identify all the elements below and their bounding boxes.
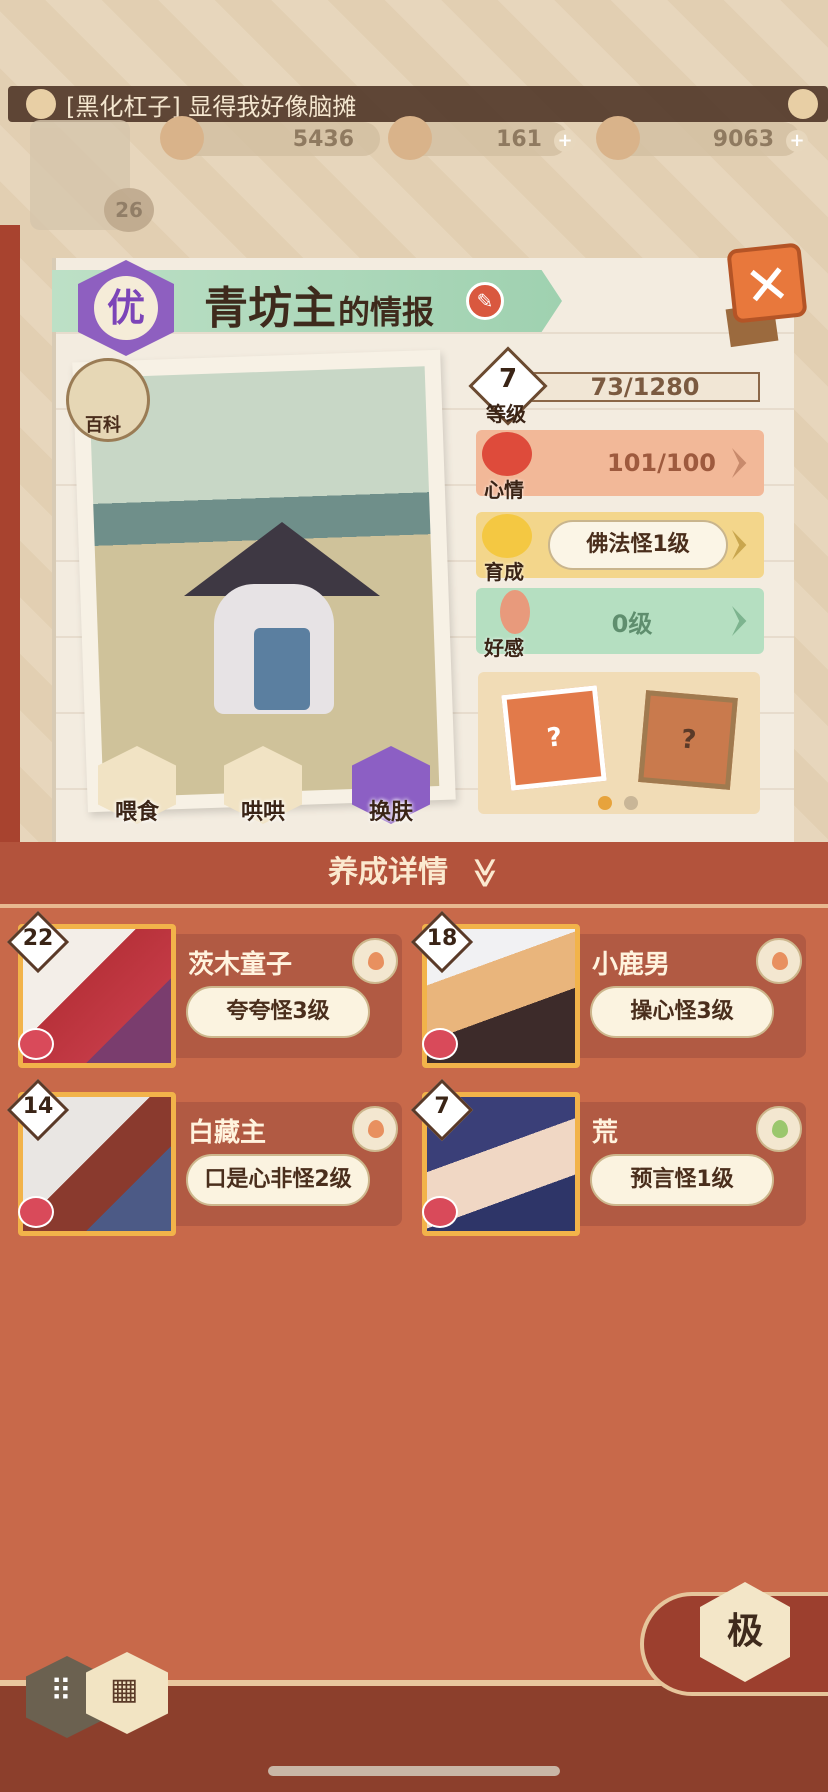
resource-value: 9063 (712, 126, 774, 152)
banner-text: [黑化杠子] 显得我好像脑摊 (66, 92, 357, 121)
companion-level: 18 (426, 926, 458, 951)
resource-magatama: 161 + (388, 116, 576, 160)
chevron-right-icon (732, 530, 747, 560)
level-value: 7 (498, 364, 518, 394)
heart-icon (422, 1028, 458, 1060)
companion-card[interactable]: 7 荒 预言怪1级 (410, 1078, 806, 1236)
smile-thumb-icon (482, 514, 532, 558)
card-mark: ? (545, 722, 564, 754)
locked-card[interactable]: ? (638, 690, 738, 790)
edit-icon[interactable]: ✎ (466, 282, 504, 320)
resource-value: 5436 (292, 126, 354, 152)
plum-icon (160, 116, 204, 160)
chevron-right-icon (732, 448, 747, 478)
companion-level: 7 (434, 1094, 450, 1119)
resource-plum: 5436 (160, 116, 380, 160)
peach-icon (756, 938, 802, 984)
resource-coin: 9063 + (596, 116, 808, 160)
companion-tag: 夸夸怪3级 (186, 986, 370, 1038)
page-dot (624, 796, 638, 810)
heart-icon (18, 1196, 54, 1228)
companion-card[interactable]: 18 小鹿男 操心怪3级 (410, 910, 806, 1068)
growth-row[interactable]: 育成 佛法怪1级 (476, 512, 764, 584)
flower-icon (788, 89, 818, 119)
close-button[interactable]: ✕ (726, 242, 808, 324)
growth-value: 佛法怪1级 (548, 520, 728, 570)
resource-value: 161 (496, 126, 542, 152)
locked-card[interactable]: ? (501, 685, 607, 791)
add-coin-button[interactable]: + (786, 130, 808, 152)
peach-icon (756, 1106, 802, 1152)
home-indicator[interactable] (268, 1766, 560, 1776)
affinity-label: 好感 (484, 636, 524, 660)
growth-label: 育成 (484, 560, 524, 584)
companion-tag: 操心怪3级 (590, 986, 774, 1038)
divider (0, 904, 828, 908)
card-mark: ? (679, 724, 698, 756)
coin-icon (596, 116, 640, 160)
heart-icon (18, 1028, 54, 1060)
companion-level: 22 (22, 926, 54, 951)
rank-text: 优 (94, 276, 158, 340)
peach-icon (500, 590, 530, 634)
encyclopedia-button[interactable]: 百科 (66, 358, 150, 442)
character-name: 青坊主 (204, 283, 336, 334)
section-header[interactable]: 养成详情 ≫ (0, 842, 828, 904)
companion-tag: 预言怪1级 (590, 1154, 774, 1206)
level-label: 等级 (486, 402, 526, 426)
companion-name: 小鹿男 (592, 950, 671, 980)
heart-icon (422, 1196, 458, 1228)
section-title: 养成详情 (328, 855, 449, 890)
exp-bar: 73/1280 (530, 372, 760, 402)
book-spine (0, 225, 20, 845)
double-chevron-down-icon: ≫ (467, 857, 503, 889)
coax-label: 哄哄 (240, 800, 285, 825)
mood-row[interactable]: 心情 101/100 (476, 430, 764, 502)
page-title: 青坊主 的情报 (204, 272, 434, 336)
page-dot-active (598, 796, 612, 810)
mood-value: 101/100 (607, 449, 716, 477)
companion-tag: 口是心非怪2级 (186, 1154, 370, 1206)
title-suffix: 的情报 (338, 293, 435, 331)
companion-name: 茨木童子 (188, 950, 293, 980)
peach-icon (352, 938, 398, 984)
companion-name: 荒 (592, 1118, 619, 1148)
flower-icon (26, 89, 56, 119)
affinity-value: 0级 (611, 609, 653, 638)
player-level: 26 (104, 188, 154, 232)
mood-label: 心情 (484, 478, 524, 502)
chevron-right-icon (732, 606, 747, 636)
peach-icon (352, 1106, 398, 1152)
encyclopedia-label: 百科 (85, 415, 121, 436)
companion-card[interactable]: 14 白藏主 口是心非怪2级 (6, 1078, 402, 1236)
affinity-row[interactable]: 好感 0级 (476, 588, 764, 660)
skin-label: 换肤 (368, 800, 413, 825)
companion-name: 白藏主 (188, 1118, 267, 1148)
add-magatama-button[interactable]: + (554, 130, 576, 152)
character-robe (254, 628, 310, 710)
player-avatar[interactable]: 26 (30, 120, 154, 232)
grid-icon: ⠿ (50, 1674, 72, 1709)
magatama-icon (388, 116, 432, 160)
feed-label: 喂食 (114, 800, 159, 825)
companion-card[interactable]: 22 茨木童子 夸夸怪3级 (6, 910, 402, 1068)
companion-level: 14 (22, 1094, 54, 1119)
list-icon: ▦ (110, 1672, 139, 1707)
